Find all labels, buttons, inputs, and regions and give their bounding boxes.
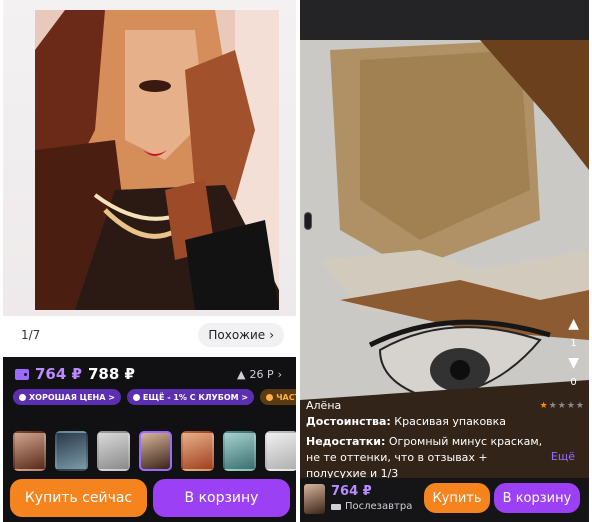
buy-button[interactable]: Купить bbox=[424, 483, 490, 513]
chip-installments[interactable]: ЧАСТЯМИ bbox=[260, 389, 296, 405]
delivery-info: Послезавтра bbox=[331, 501, 412, 512]
promo-chips: ХОРОШАЯ ЦЕНА > ЕЩЁ - 1% С КЛУБОМ > ЧАСТЯ… bbox=[13, 389, 296, 405]
thumbs-up-icon[interactable]: ▲ bbox=[568, 316, 579, 332]
review-reactions: ▲ 1 ▼ 0 bbox=[568, 316, 579, 388]
cons-label: Недостатки: bbox=[306, 435, 386, 448]
installments-icon bbox=[266, 393, 274, 401]
price-value: 764 ₽ bbox=[331, 484, 372, 499]
likes-count: 1 bbox=[570, 338, 577, 349]
price-with-card: 764 ₽ bbox=[35, 365, 82, 383]
pros-label: Достоинства: bbox=[306, 415, 391, 428]
thumbnail[interactable] bbox=[265, 431, 296, 471]
product-photo[interactable] bbox=[3, 0, 296, 316]
review-purchase-bar: 764 ₽ Послезавтра Купить В корзину bbox=[300, 478, 589, 522]
thumb-icon bbox=[19, 393, 26, 401]
chevron-right-icon: › bbox=[269, 328, 274, 342]
thumbs-down-icon[interactable]: ▼ bbox=[568, 355, 579, 371]
similar-button[interactable]: Похожие › bbox=[198, 323, 284, 347]
purchase-bar: 764 ₽ 788 ₽ ▲ 26 Р › ХОРОШАЯ ЦЕНА > ЕЩЁ … bbox=[3, 357, 296, 522]
rating-value: 26 Р bbox=[249, 368, 274, 381]
more-link[interactable]: Ещё bbox=[551, 450, 575, 463]
author-name: Алёна bbox=[306, 399, 342, 412]
thumbnail[interactable] bbox=[55, 431, 88, 471]
pros-line: Достоинства: Красивая упаковка bbox=[306, 414, 584, 430]
drag-handle[interactable] bbox=[304, 212, 312, 230]
rating-stars: ★ ★ ★ ★ ★ bbox=[540, 398, 584, 414]
cons-line: Недостатки: Огромный минус краскам, не т… bbox=[306, 434, 584, 482]
dislikes-count: 0 bbox=[570, 377, 577, 388]
chip-installments-label: ЧАСТЯМИ bbox=[276, 392, 296, 402]
add-to-cart-button[interactable]: В корзину bbox=[153, 479, 290, 517]
star-icon: ★ bbox=[539, 401, 548, 411]
triangle-up-icon: ▲ bbox=[236, 368, 246, 381]
wallet-icon bbox=[15, 368, 29, 380]
star-icon: ★ bbox=[557, 401, 566, 411]
chip-good-price[interactable]: ХОРОШАЯ ЦЕНА > bbox=[13, 389, 121, 405]
delivery-text: Послезавтра bbox=[345, 501, 413, 512]
painting-image bbox=[35, 10, 279, 310]
author-row: Алёна ★ ★ ★ ★ ★ bbox=[306, 398, 584, 414]
similar-label: Похожие bbox=[208, 328, 266, 342]
add-to-cart-button[interactable]: В корзину bbox=[494, 483, 580, 513]
thumbnail[interactable] bbox=[181, 431, 214, 471]
thumbnail-strip bbox=[13, 431, 296, 471]
club-icon bbox=[132, 393, 140, 401]
star-icon: ★ bbox=[566, 401, 575, 411]
chip-club-label: ЕЩЁ - 1% С КЛУБОМ > bbox=[142, 392, 249, 402]
review-panel: ▲ 1 ▼ 0 Алёна ★ ★ ★ ★ ★ Достоинства: Кра… bbox=[300, 0, 589, 522]
product-thumbnail[interactable] bbox=[304, 484, 325, 514]
rating-link[interactable]: ▲ 26 Р › bbox=[237, 368, 282, 381]
review-text: Алёна ★ ★ ★ ★ ★ Достоинства: Красивая уп… bbox=[306, 398, 584, 482]
truck-icon bbox=[331, 503, 341, 510]
star-icon: ★ bbox=[548, 401, 557, 411]
chevron-right-icon: › bbox=[277, 368, 282, 381]
chip-club[interactable]: ЕЩЁ - 1% С КЛУБОМ > bbox=[126, 389, 255, 405]
thumbnail[interactable] bbox=[13, 431, 46, 471]
chip-good-price-label: ХОРОШАЯ ЦЕНА > bbox=[29, 392, 115, 402]
screen: 1/7 Похожие › 764 ₽ 788 ₽ ▲ 26 Р › ХОРОШ… bbox=[0, 0, 592, 522]
product-panel: 1/7 Похожие › 764 ₽ 788 ₽ ▲ 26 Р › ХОРОШ… bbox=[3, 0, 296, 522]
thumbnail-selected[interactable] bbox=[139, 431, 172, 471]
price-regular: 788 ₽ bbox=[87, 365, 135, 383]
star-icon: ★ bbox=[575, 401, 584, 411]
gallery-counter: 1/7 bbox=[21, 328, 41, 342]
pros-text: Красивая упаковка bbox=[394, 415, 507, 428]
buy-now-button[interactable]: Купить сейчас bbox=[10, 479, 147, 517]
thumbnail[interactable] bbox=[223, 431, 256, 471]
price-row: 764 ₽ 788 ₽ bbox=[15, 365, 135, 383]
thumbnail[interactable] bbox=[97, 431, 130, 471]
